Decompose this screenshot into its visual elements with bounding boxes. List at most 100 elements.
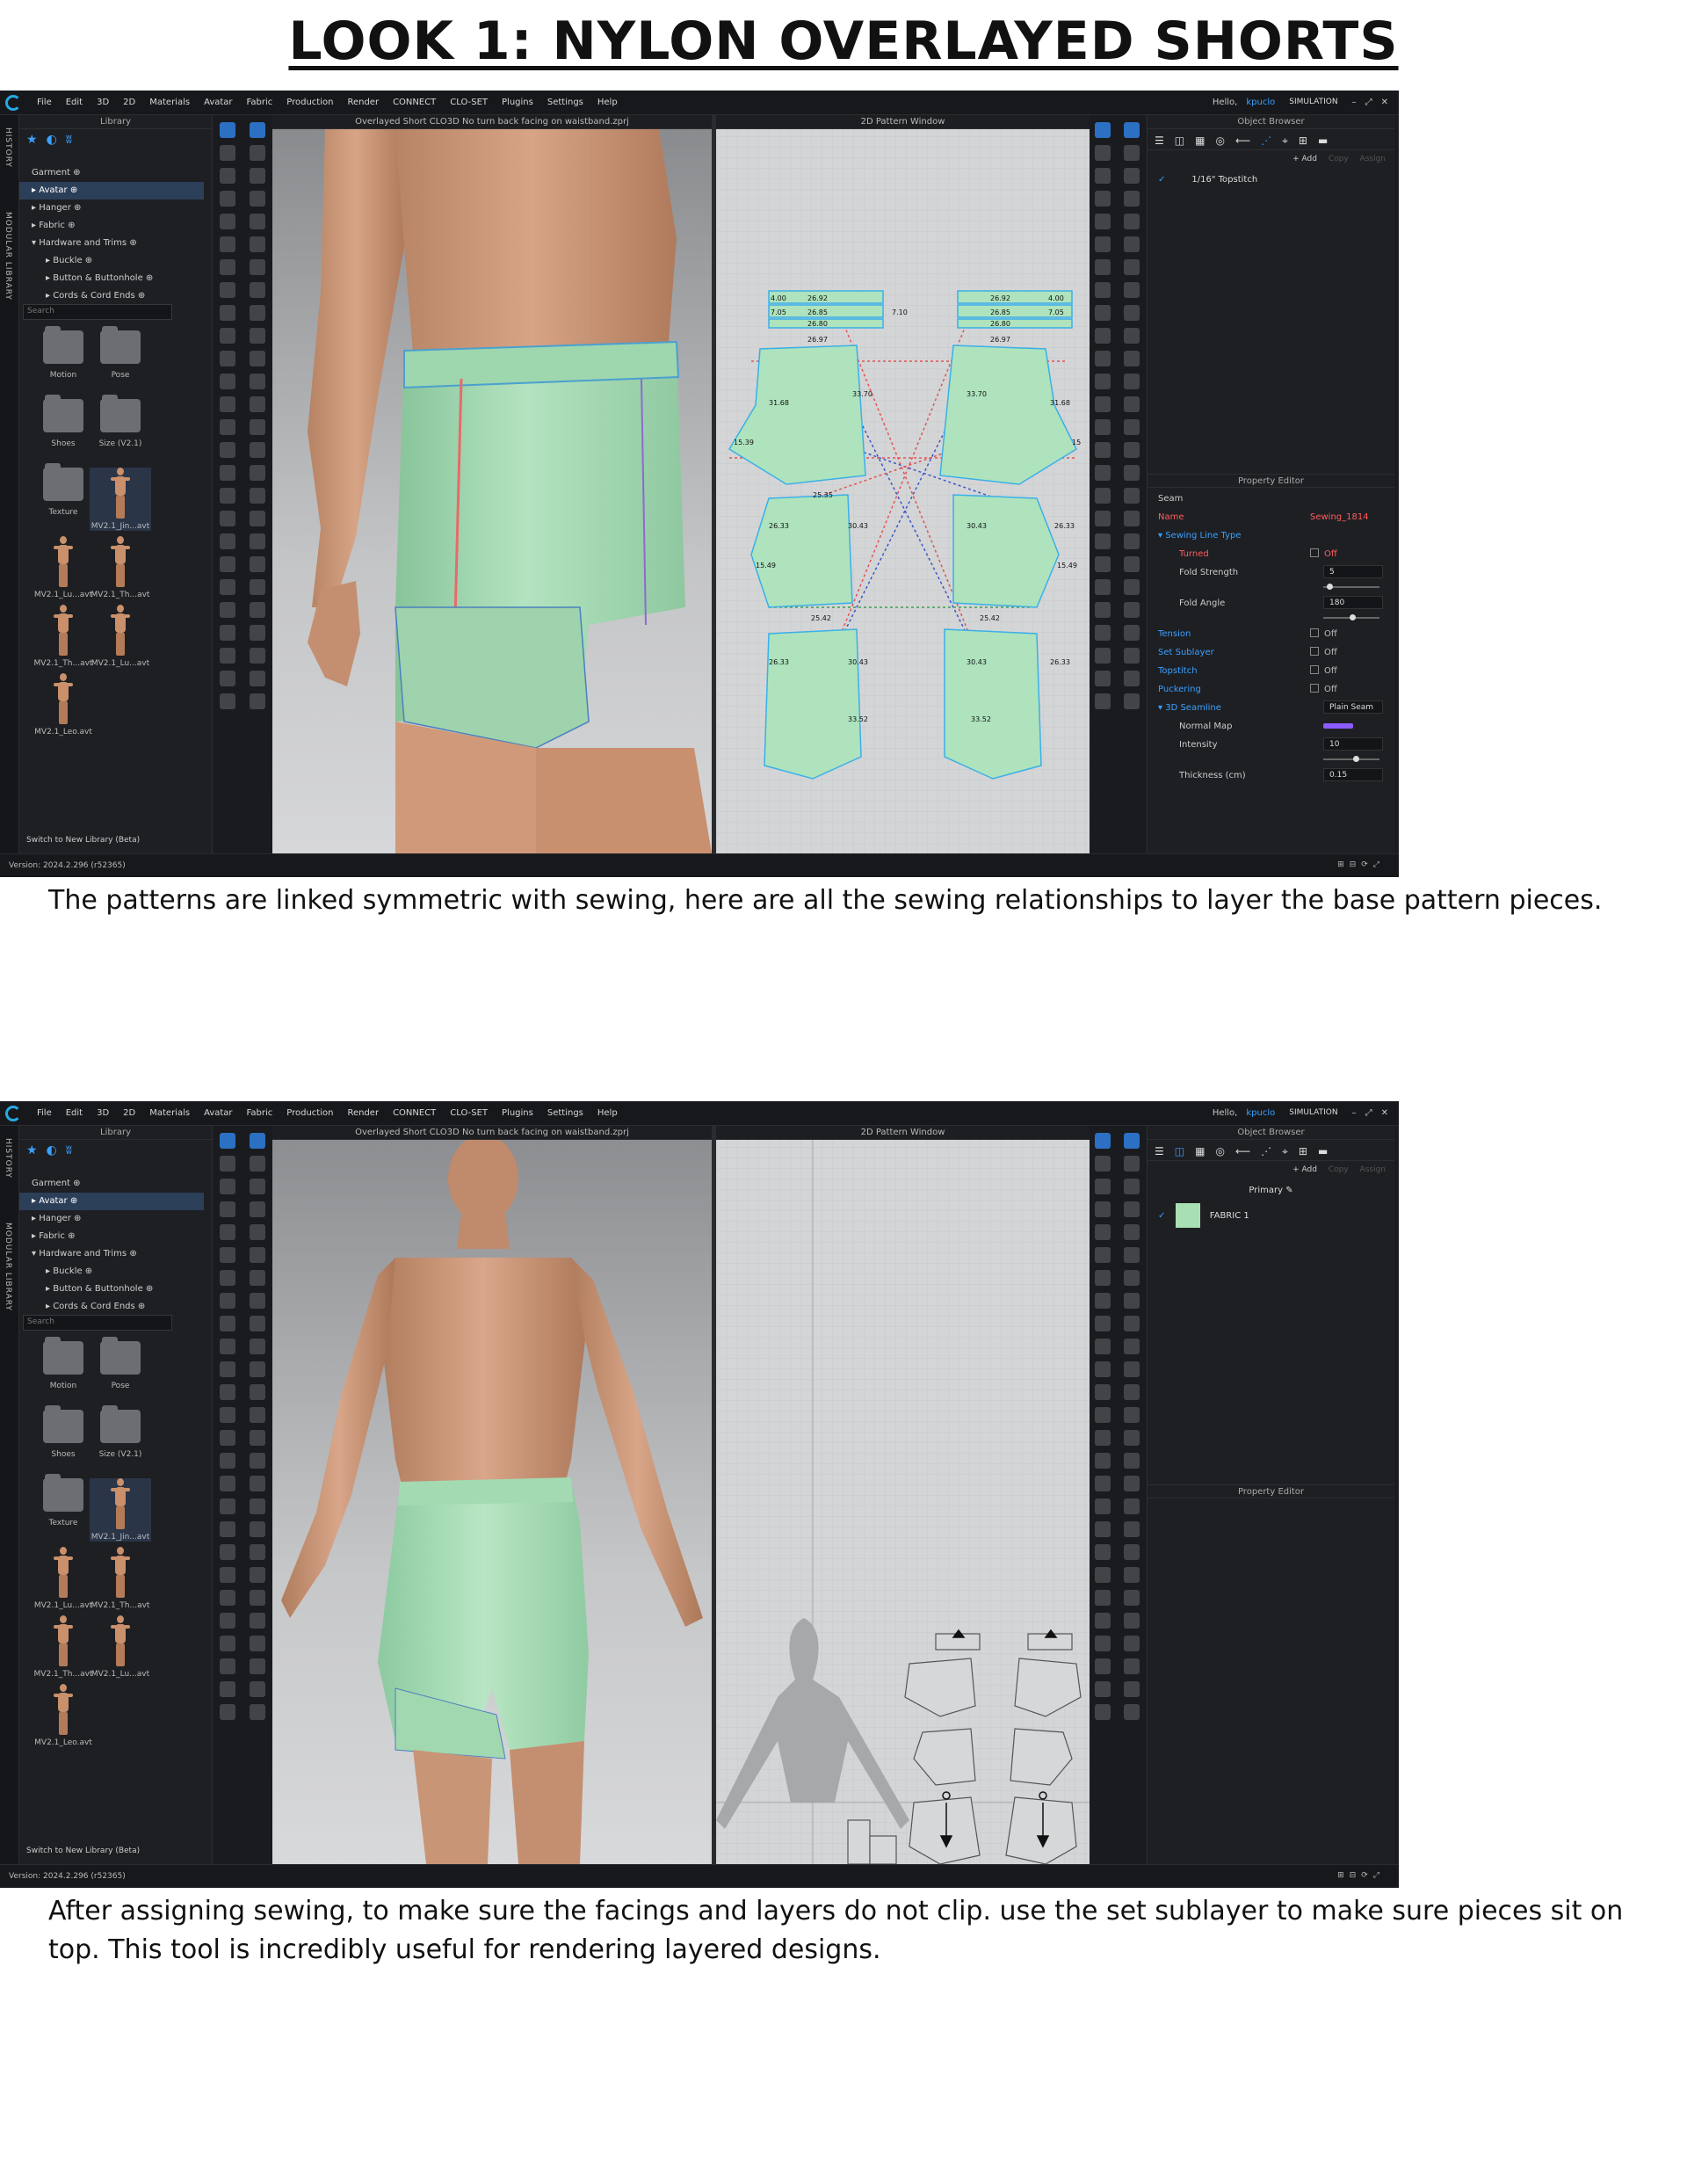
tool-button-icon[interactable] (250, 145, 265, 161)
tool-button-icon[interactable] (1095, 305, 1111, 321)
menu-3d[interactable]: 3D (97, 98, 109, 107)
tool-button-icon[interactable] (1095, 1453, 1111, 1469)
zipper-icon[interactable]: ⊞ (1299, 1145, 1307, 1157)
tool-button-icon[interactable] (1123, 305, 1140, 321)
tool-button-icon[interactable] (250, 1247, 265, 1263)
tool-button-icon[interactable] (1095, 236, 1111, 252)
tool-button-icon[interactable] (220, 1270, 235, 1286)
tool-button-icon[interactable] (250, 396, 265, 412)
tool-button-icon[interactable] (250, 1201, 265, 1217)
minimize-icon[interactable]: – (1352, 1108, 1357, 1118)
tool-button-icon[interactable] (250, 1270, 265, 1286)
tool-button-icon[interactable] (250, 1339, 265, 1354)
tree-item-button[interactable]: ▸ Button & Buttonhole ⊕ (19, 1281, 204, 1298)
tool-button-icon[interactable] (250, 1521, 265, 1537)
tree-item-cords[interactable]: ▸ Cords & Cord Ends ⊕ (19, 287, 204, 305)
tool-button-icon[interactable] (250, 419, 265, 435)
tool-button-icon[interactable] (1123, 1521, 1140, 1537)
layers-icon[interactable]: ◫ (1175, 1145, 1184, 1157)
tool-button-icon[interactable] (220, 1636, 235, 1651)
set-sublayer-checkbox[interactable]: Off (1310, 643, 1337, 662)
tool-button-icon[interactable] (1123, 396, 1140, 412)
tool-button-icon[interactable] (250, 236, 265, 252)
history-tab[interactable]: HISTORY (4, 1138, 12, 1179)
tree-item-hanger[interactable]: ▸ Hanger ⊕ (19, 200, 204, 217)
maximize-icon[interactable]: ⤢ (1365, 1108, 1372, 1118)
tool-button-icon[interactable] (1095, 1544, 1111, 1560)
trim-icon[interactable]: ▬ (1318, 1145, 1328, 1157)
modular-library-tab[interactable]: MODULAR LIBRARY (4, 212, 12, 301)
tree-item-buckle[interactable]: ▸ Buckle ⊕ (19, 252, 204, 270)
tool-button-icon[interactable] (220, 419, 235, 435)
menu-connect[interactable]: CONNECT (393, 98, 436, 107)
tool-button-icon[interactable] (1123, 282, 1140, 298)
tool-button-icon[interactable] (220, 1361, 235, 1377)
tool-button-icon[interactable] (1123, 1201, 1140, 1217)
tree-item-hardware[interactable]: ▾ Hardware and Trims ⊕ (19, 1245, 204, 1263)
tool-button-icon[interactable] (1123, 168, 1140, 184)
2d-pattern-window[interactable]: 2D Pattern Window (716, 1126, 1090, 1864)
tool-button-icon[interactable] (220, 1544, 235, 1560)
tool-button-icon[interactable] (1123, 1133, 1140, 1149)
tool-button-icon[interactable] (250, 648, 265, 664)
menu-2d[interactable]: 2D (123, 1108, 135, 1118)
tool-button-icon[interactable] (1095, 648, 1111, 664)
favorite-star-icon[interactable]: ★ (26, 1143, 38, 1157)
tool-button-icon[interactable] (1123, 1179, 1140, 1194)
tool-button-icon[interactable] (250, 511, 265, 526)
menu-settings[interactable]: Settings (547, 98, 583, 107)
tool-button-icon[interactable] (250, 465, 265, 481)
tool-button-icon[interactable] (1123, 259, 1140, 275)
tool-button-icon[interactable] (1123, 1498, 1140, 1514)
tool-button-icon[interactable] (1095, 488, 1111, 504)
tool-button-icon[interactable] (1123, 214, 1140, 229)
tool-button-icon[interactable] (1123, 1544, 1140, 1560)
library-folder[interactable]: Pose (90, 326, 151, 380)
tool-button-icon[interactable] (1095, 351, 1111, 366)
menu-fabric[interactable]: Fabric (247, 1108, 273, 1118)
tool-button-icon[interactable] (1095, 1384, 1111, 1400)
menu-edit[interactable]: Edit (66, 1108, 83, 1118)
tool-button-icon[interactable] (1123, 556, 1140, 572)
tool-button-icon[interactable] (220, 488, 235, 504)
tool-button-icon[interactable] (250, 1179, 265, 1194)
tool-button-icon[interactable] (1123, 145, 1140, 161)
tool-button-icon[interactable] (1095, 1270, 1111, 1286)
tool-button-icon[interactable] (220, 1567, 235, 1583)
tool-button-icon[interactable] (220, 374, 235, 389)
tool-button-icon[interactable] (220, 556, 235, 572)
status-icons[interactable]: ⊞⊟⟳⤢ (1337, 860, 1385, 869)
library-avatar-item[interactable]: MV2.1_Lu...avt (33, 1547, 94, 1610)
layer-header[interactable]: Primary ✎ (1148, 1180, 1394, 1201)
tool-button-icon[interactable] (220, 122, 235, 138)
tool-button-icon[interactable] (220, 579, 235, 595)
tree-item-hanger[interactable]: ▸ Hanger ⊕ (19, 1210, 204, 1228)
tool-button-icon[interactable] (1095, 533, 1111, 549)
tool-button-icon[interactable] (220, 1681, 235, 1697)
puckering-checkbox[interactable]: Off (1310, 680, 1337, 699)
tool-button-icon[interactable] (1123, 236, 1140, 252)
close-icon[interactable]: ✕ (1381, 98, 1388, 107)
tree-item-garment[interactable]: Garment ⊕ (19, 1175, 204, 1193)
tool-button-icon[interactable] (220, 1430, 235, 1446)
tool-button-icon[interactable] (1123, 1270, 1140, 1286)
fold-angle-input[interactable]: 180 (1323, 596, 1383, 609)
tool-button-icon[interactable] (1123, 488, 1140, 504)
tool-button-icon[interactable] (1123, 122, 1140, 138)
topstitch-item[interactable]: ✓ 1/16" Topstitch (1148, 170, 1394, 191)
tool-button-icon[interactable] (220, 442, 235, 458)
tree-item-garment[interactable]: Garment ⊕ (19, 164, 204, 182)
turned-checkbox[interactable]: Off (1310, 545, 1337, 563)
tool-button-icon[interactable] (1123, 1293, 1140, 1309)
menu-render[interactable]: Render (347, 1108, 379, 1118)
tool-button-icon[interactable] (1095, 282, 1111, 298)
tool-button-icon[interactable] (1123, 1247, 1140, 1263)
tool-button-icon[interactable] (1123, 602, 1140, 618)
library-avatar-item[interactable]: MV2.1_Th...avt (33, 1615, 94, 1679)
tool-button-icon[interactable] (1095, 1681, 1111, 1697)
tool-button-icon[interactable] (250, 305, 265, 321)
tool-button-icon[interactable] (1123, 328, 1140, 344)
tool-button-icon[interactable] (1123, 419, 1140, 435)
list-icon[interactable]: ☰ (1155, 1145, 1164, 1157)
tool-button-icon[interactable] (250, 191, 265, 207)
